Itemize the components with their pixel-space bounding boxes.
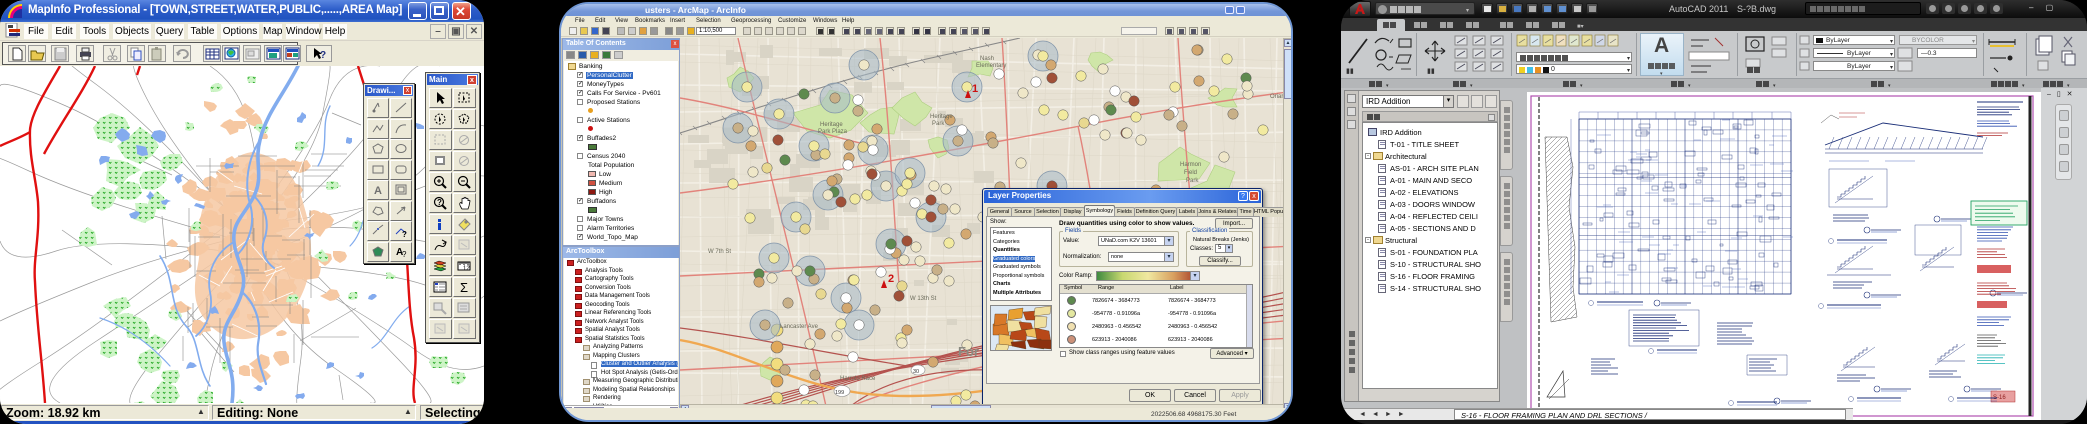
svg-text:Lancaster Ave: Lancaster Ave	[780, 324, 819, 330]
svg-text:Park: Park	[1186, 178, 1199, 184]
svg-text:Heritage: Heritage	[820, 122, 843, 128]
svg-text:Harrold Race: Harrold Race	[840, 376, 876, 382]
svg-text:1: 1	[972, 83, 978, 95]
svg-text:30: 30	[913, 369, 919, 375]
svg-text:W 7th St: W 7th St	[708, 249, 731, 255]
svg-text:Nash: Nash	[980, 56, 994, 62]
svg-text:Park: Park	[932, 121, 945, 127]
svg-text:?: ?	[402, 250, 407, 258]
svg-text:Σ: Σ	[460, 280, 468, 294]
svg-text:Elementary: Elementary	[976, 63, 1006, 69]
svg-text:12: 12	[463, 266, 470, 272]
svg-text:Field: Field	[1184, 170, 1197, 176]
svg-text:?: ?	[437, 198, 442, 207]
svg-text:?: ?	[402, 230, 407, 237]
svg-text:?: ?	[320, 50, 326, 61]
svg-text:199: 199	[835, 390, 844, 396]
svg-text:Harmon: Harmon	[1180, 162, 1201, 168]
svg-text:For: For	[958, 344, 979, 359]
svg-text:2: 2	[888, 273, 894, 285]
svg-text:Heritage: Heritage	[930, 114, 953, 120]
svg-text:A: A	[374, 185, 382, 196]
svg-text:Park Plaza: Park Plaza	[818, 129, 848, 135]
svg-text:▮▮: ▮▮	[1427, 68, 1435, 75]
svg-text:W 13th St: W 13th St	[910, 296, 937, 302]
svg-text:▮▮: ▮▮	[1346, 68, 1354, 75]
